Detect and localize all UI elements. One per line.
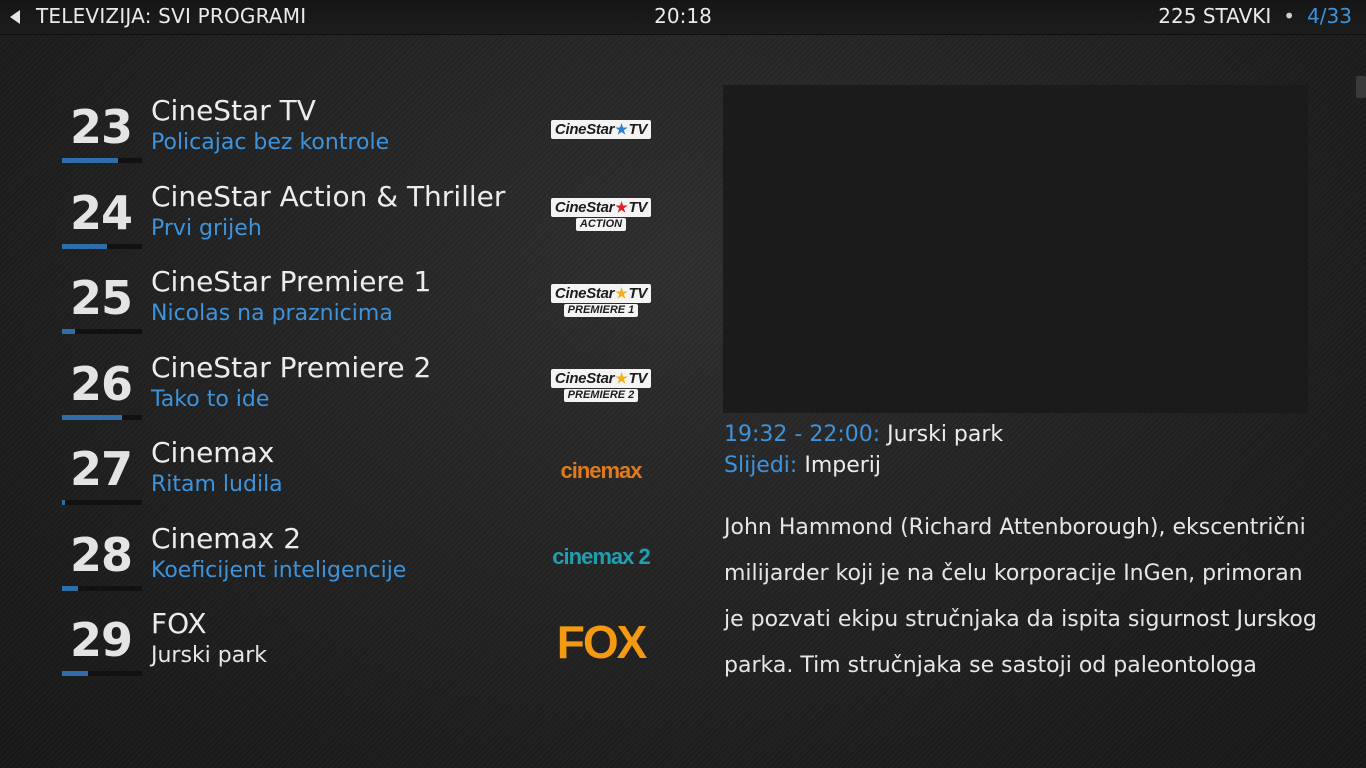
cinestar-action-logo: CineStar ★ TV ACTION bbox=[545, 198, 657, 232]
now-title: Jurski park bbox=[887, 422, 1004, 447]
video-preview[interactable] bbox=[723, 85, 1308, 413]
star-icon: ★ bbox=[615, 120, 628, 137]
next-label: Slijedi: bbox=[724, 453, 798, 478]
program-description: John Hammond (Richard Attenborough), eks… bbox=[724, 505, 1324, 689]
channel-row[interactable]: 26 CineStar Premiere 2 Tako to ide CineS… bbox=[60, 347, 670, 433]
logo-text: FOX bbox=[556, 616, 648, 668]
channel-row[interactable]: 23 CineStar TV Policajac bez kontrole Ci… bbox=[60, 90, 670, 176]
logo-subtitle: PREMIERE 1 bbox=[563, 303, 639, 317]
channel-name: FOX bbox=[151, 607, 207, 640]
channel-number: 26 bbox=[69, 356, 133, 411]
program-progress-fill bbox=[62, 243, 107, 249]
description-line: je pozvati ekipu stručnjaka da ispita si… bbox=[724, 607, 1317, 632]
program-progress-bar bbox=[62, 414, 142, 420]
next-title: Imperij bbox=[804, 453, 882, 478]
channel-row[interactable]: 27 Cinemax Ritam ludila cinemax bbox=[60, 432, 670, 518]
program-progress-bar bbox=[62, 500, 142, 505]
channel-number: 29 bbox=[69, 613, 133, 667]
now-playing: 19:32 - 22:00: Jurski park bbox=[724, 422, 1003, 447]
now-time-range: 19:32 - 22:00: bbox=[724, 422, 881, 447]
description-line: parka. Tim stručnjaka se sastoji od pale… bbox=[724, 653, 1257, 678]
channel-name: CineStar Premiere 2 bbox=[151, 350, 432, 384]
program-title: Koeficijent inteligencije bbox=[151, 557, 407, 583]
channel-name: CineStar TV bbox=[151, 94, 316, 127]
program-title: Jurski park bbox=[151, 643, 268, 668]
star-icon: ★ bbox=[615, 370, 628, 386]
star-icon: ★ bbox=[615, 284, 628, 301]
separator-dot: • bbox=[1283, 4, 1296, 28]
logo-suffix: TV bbox=[628, 284, 648, 302]
channel-row[interactable]: 25 CineStar Premiere 1 Nicolas na prazni… bbox=[60, 261, 670, 347]
program-progress-fill bbox=[62, 671, 88, 676]
logo-text: CineStar bbox=[554, 370, 615, 387]
channel-list: 23 CineStar TV Policajac bez kontrole Ci… bbox=[60, 90, 670, 689]
header-status: 225 STAVKI • 4/33 bbox=[1158, 4, 1352, 28]
program-title: Policajac bez kontrole bbox=[151, 130, 390, 155]
cinemax-logo: cinemax bbox=[545, 454, 657, 488]
page-indicator: 4/33 bbox=[1307, 4, 1352, 28]
items-count: 225 STAVKI bbox=[1158, 4, 1272, 28]
channel-name: CineStar Action & Thriller bbox=[151, 179, 506, 213]
cinestar-tv-logo: CineStar ★ TV bbox=[545, 112, 657, 146]
logo-text: CineStar bbox=[554, 284, 615, 302]
logo-suffix: TV bbox=[628, 199, 648, 216]
program-progress-fill bbox=[62, 500, 66, 505]
channel-row[interactable]: 29 FOX Jurski park FOX bbox=[60, 603, 670, 689]
logo-text: cinemax bbox=[560, 458, 642, 483]
logo-subtitle: ACTION bbox=[575, 218, 627, 231]
header-bar: TELEVIZIJA: SVI PROGRAMI 20:18 225 STAVK… bbox=[0, 0, 1366, 35]
program-progress-bar bbox=[62, 158, 142, 163]
logo-suffix: TV bbox=[628, 120, 648, 138]
fox-logo: FOX bbox=[545, 619, 657, 665]
logo-suffix: TV bbox=[628, 370, 648, 387]
next-playing: Slijedi: Imperij bbox=[724, 453, 881, 478]
logo-text: CineStar bbox=[554, 120, 615, 138]
program-progress-bar bbox=[62, 329, 142, 334]
channel-number: 23 bbox=[69, 100, 133, 154]
channel-row[interactable]: 24 CineStar Action & Thriller Prvi grije… bbox=[60, 176, 670, 262]
star-icon: ★ bbox=[615, 199, 628, 215]
program-progress-bar bbox=[62, 671, 142, 676]
channel-name: Cinemax bbox=[151, 436, 275, 469]
program-progress-bar bbox=[62, 585, 142, 591]
program-title: Prvi grijeh bbox=[151, 215, 262, 241]
program-progress-fill bbox=[62, 329, 75, 334]
channel-row[interactable]: 28 Cinemax 2 Koeficijent inteligencije c… bbox=[60, 518, 670, 604]
logo-text: cinemax 2 bbox=[552, 543, 650, 569]
channel-number: 28 bbox=[69, 527, 133, 582]
program-progress-fill bbox=[62, 585, 78, 591]
channel-number: 27 bbox=[69, 442, 133, 496]
channel-number: 24 bbox=[69, 185, 133, 240]
program-title: Ritam ludila bbox=[151, 472, 283, 497]
program-title: Nicolas na praznicima bbox=[151, 301, 393, 326]
logo-text: CineStar bbox=[554, 199, 615, 216]
program-progress-fill bbox=[62, 158, 118, 163]
scrollbar[interactable] bbox=[1356, 76, 1366, 98]
channel-name: CineStar Premiere 1 bbox=[151, 265, 432, 298]
cinestar-premiere-1-logo: CineStar ★ TV PREMIERE 1 bbox=[545, 283, 657, 317]
program-title: Tako to ide bbox=[151, 386, 270, 412]
description-line: milijarder koji je na čelu korporacije I… bbox=[724, 561, 1303, 586]
description-line: John Hammond (Richard Attenborough), eks… bbox=[724, 515, 1306, 540]
cinestar-premiere-2-logo: CineStar ★ TV PREMIERE 2 bbox=[545, 369, 657, 403]
cinemax-2-logo: cinemax 2 bbox=[545, 540, 657, 574]
program-progress-bar bbox=[62, 243, 142, 249]
channel-name: Cinemax 2 bbox=[151, 521, 302, 555]
channel-number: 25 bbox=[69, 271, 133, 325]
logo-subtitle: PREMIERE 2 bbox=[563, 389, 639, 402]
program-progress-fill bbox=[62, 414, 122, 420]
